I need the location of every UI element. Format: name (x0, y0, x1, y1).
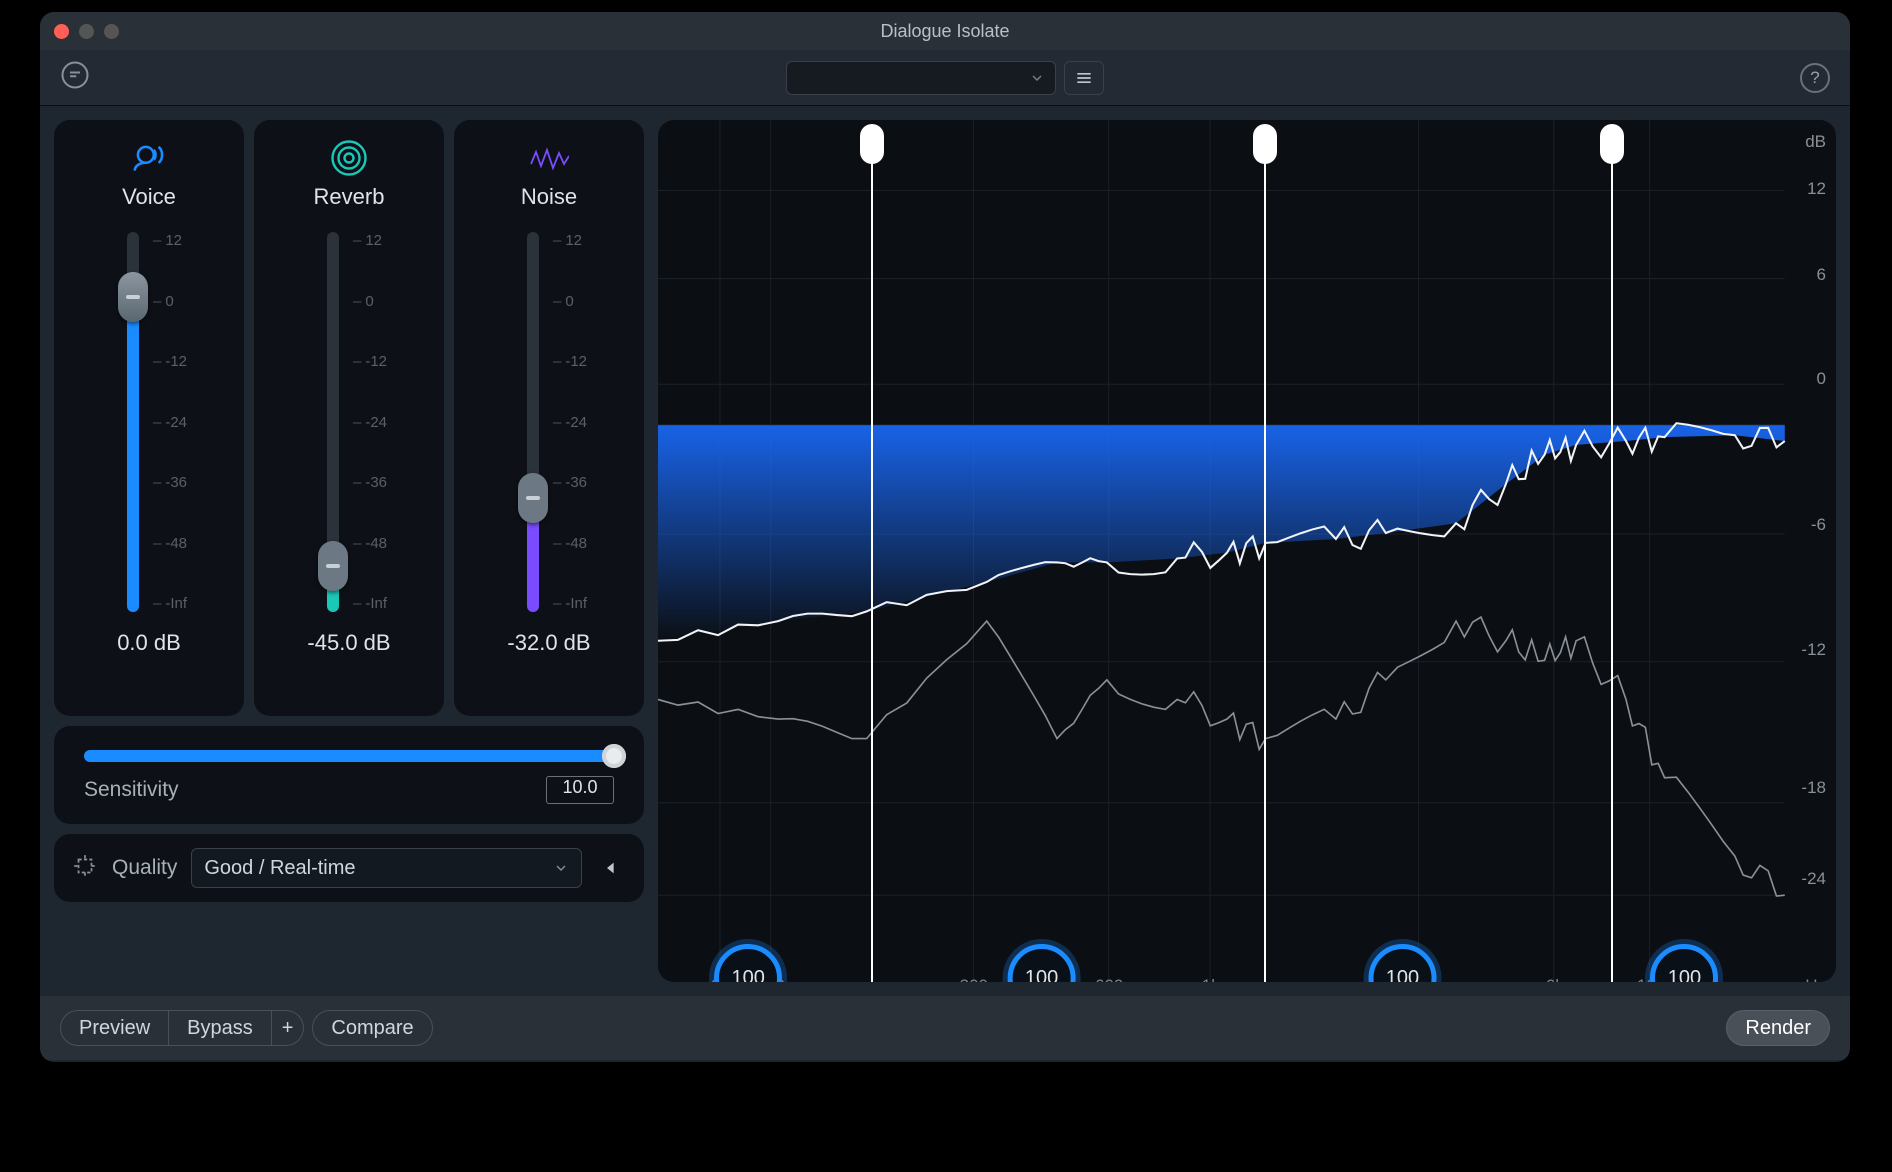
quality-card: Quality Good / Real-time (54, 834, 644, 902)
preset-select[interactable] (786, 61, 1056, 95)
sensitivity-label: Sensitivity (84, 778, 179, 802)
spectrum-display[interactable]: dB1260-6-12-18-24 601003006001k3k6k10kHz… (658, 120, 1836, 982)
voice-label: Voice (122, 184, 176, 210)
voice-icon (130, 138, 168, 178)
voice-value: 0.0 dB (117, 630, 181, 656)
chat-icon[interactable] (60, 60, 110, 95)
reverb-label: Reverb (314, 184, 385, 210)
reverb-value: -45.0 dB (307, 630, 390, 656)
hamburger-icon (1074, 68, 1094, 88)
reverb-slider-thumb[interactable] (318, 541, 348, 591)
band-knob[interactable]: 100 (1368, 944, 1436, 982)
zoom-icon[interactable] (104, 24, 119, 39)
reverb-slider[interactable]: 120-12-24-36-48-Inf (309, 232, 389, 612)
voice-slider-card: Voice 120-12-24-36-48-Inf 0.0 dB (54, 120, 244, 716)
chip-icon (72, 853, 98, 884)
chevron-down-icon (553, 860, 569, 876)
close-icon[interactable] (54, 24, 69, 39)
voice-slider[interactable]: 120-12-24-36-48-Inf (109, 232, 189, 612)
band-divider-handle[interactable] (860, 124, 884, 164)
compare-button[interactable]: Compare (312, 1010, 432, 1046)
reverb-icon (331, 138, 367, 178)
help-button[interactable]: ? (1800, 63, 1830, 93)
noise-icon (529, 138, 569, 178)
reverb-slider-card: Reverb 120-12-24-36-48-Inf -45.0 dB (254, 120, 444, 716)
plus-button[interactable]: + (272, 1010, 305, 1046)
window-title: Dialogue Isolate (880, 21, 1009, 42)
band-divider[interactable] (1611, 160, 1613, 982)
bypass-button[interactable]: Bypass (169, 1010, 272, 1046)
band-knob[interactable]: 100 (1008, 944, 1076, 982)
sensitivity-input[interactable]: 10.0 (546, 776, 614, 804)
collapse-button[interactable] (596, 848, 626, 888)
band-divider-handle[interactable] (1600, 124, 1624, 164)
noise-label: Noise (521, 184, 577, 210)
band-divider[interactable] (1264, 160, 1266, 982)
noise-value: -32.0 dB (507, 630, 590, 656)
render-button[interactable]: Render (1726, 1010, 1830, 1046)
header: ? (40, 50, 1850, 106)
bottombar: Preview Bypass + Compare Render (40, 996, 1850, 1060)
chevron-down-icon (1029, 70, 1045, 86)
band-divider-handle[interactable] (1253, 124, 1277, 164)
sensitivity-thumb[interactable] (602, 744, 626, 768)
menu-button[interactable] (1064, 61, 1104, 95)
noise-slider-card: Noise 120-12-24-36-48-Inf -32.0 dB (454, 120, 644, 716)
app-window: Dialogue Isolate ? (40, 12, 1850, 1062)
quality-value: Good / Real-time (204, 857, 355, 880)
quality-select[interactable]: Good / Real-time (191, 848, 582, 888)
band-knob[interactable]: 100 (714, 944, 782, 982)
sensitivity-slider[interactable] (84, 750, 614, 762)
titlebar: Dialogue Isolate (40, 12, 1850, 50)
sensitivity-card: Sensitivity 10.0 (54, 726, 644, 824)
band-divider[interactable] (871, 160, 873, 982)
traffic-lights (54, 24, 119, 39)
band-knob[interactable]: 100 (1650, 944, 1718, 982)
minimize-icon[interactable] (79, 24, 94, 39)
noise-slider[interactable]: 120-12-24-36-48-Inf (509, 232, 589, 612)
noise-slider-thumb[interactable] (518, 473, 548, 523)
preview-button[interactable]: Preview (60, 1010, 169, 1046)
quality-label: Quality (112, 856, 177, 880)
voice-slider-thumb[interactable] (118, 272, 148, 322)
